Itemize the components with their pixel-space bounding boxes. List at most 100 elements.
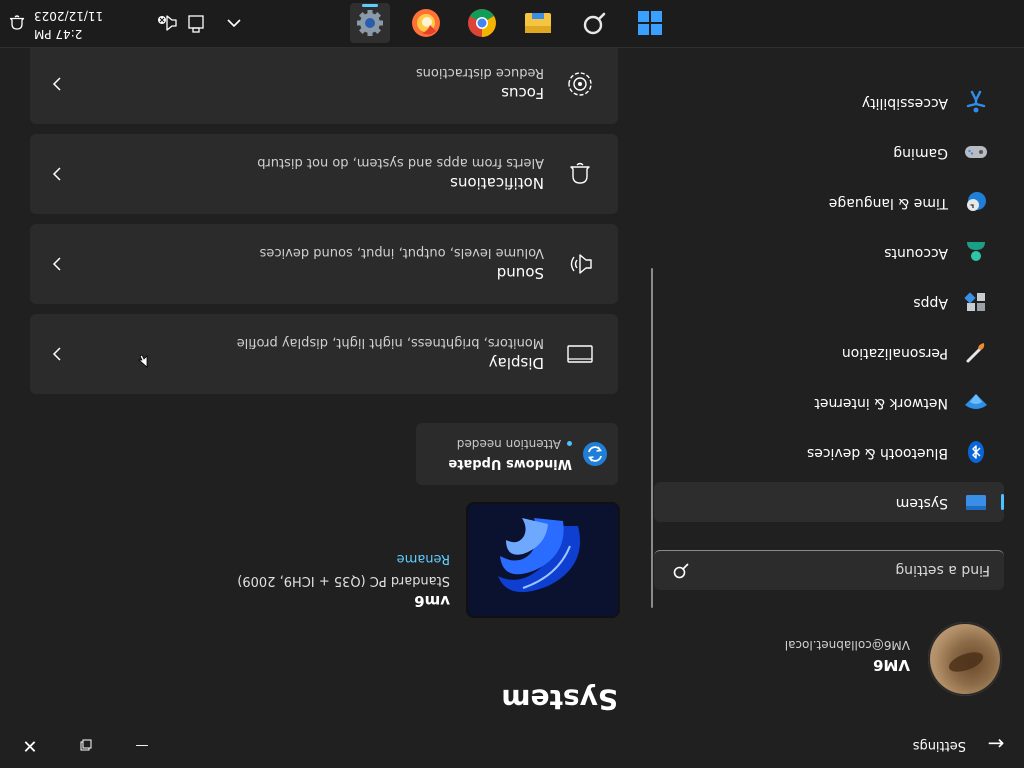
- taskbar-search-button[interactable]: [574, 3, 614, 43]
- taskbar-firefox[interactable]: [406, 3, 446, 43]
- sidebar-item-label: Accessibility: [861, 95, 948, 111]
- account-person-icon: [967, 242, 985, 261]
- row-subtitle: Monitors, brightness, night light, displ…: [236, 335, 544, 350]
- accessibility-icon: [966, 90, 986, 113]
- taskbar-file-explorer[interactable]: [518, 3, 558, 43]
- sidebar-item-label: Personalization: [841, 345, 948, 361]
- status-dot-icon: [567, 441, 572, 446]
- windows-update-card[interactable]: Windows Update Attention needed: [416, 423, 618, 485]
- bluetooth-icon: [968, 441, 984, 463]
- mouse-cursor-icon: [138, 354, 148, 368]
- sidebar-item-bluetooth[interactable]: Bluetooth & devices: [654, 432, 1004, 472]
- minimize-button[interactable]: —: [122, 730, 162, 760]
- maximize-button[interactable]: [66, 730, 106, 760]
- system-display-icon: [966, 495, 986, 510]
- back-arrow-icon: ←: [987, 732, 1005, 756]
- taskbar-settings[interactable]: [350, 3, 390, 43]
- close-icon: ✕: [22, 735, 38, 756]
- sidebar-item-label: Bluetooth & devices: [806, 445, 948, 461]
- display-monitor-icon: [567, 345, 593, 363]
- scrollbar-thumb[interactable]: [651, 268, 653, 608]
- profile-email: VM6@collabnet.local: [784, 638, 910, 652]
- taskbar: 2:47 PM 11/12/2023: [0, 0, 1024, 48]
- tray-clock-time[interactable]: 2:47 PM: [34, 27, 108, 41]
- settings-row-notifications[interactable]: Notifications Alerts from apps and syste…: [30, 134, 618, 214]
- folder-icon: [525, 13, 551, 33]
- sidebar-item-personalization[interactable]: Personalization: [654, 332, 1004, 372]
- search-icon: [583, 12, 606, 35]
- notification-bell-icon[interactable]: [8, 14, 26, 32]
- sidebar-item-label: Apps: [913, 295, 948, 311]
- screen: ← Settings — ✕ VM6 VM6@collabnet.local F…: [0, 0, 1024, 768]
- network-wifi-icon: [965, 394, 987, 409]
- sidebar-item-accessibility[interactable]: Accessibility: [654, 82, 1004, 122]
- sidebar-item-apps[interactable]: Apps: [654, 282, 1004, 322]
- taskbar-start-button[interactable]: [630, 3, 670, 43]
- chevron-up-icon[interactable]: [222, 11, 246, 35]
- sidebar-item-label: Time & language: [828, 195, 948, 211]
- scrollbar[interactable]: [650, 228, 654, 608]
- rename-link[interactable]: Rename: [397, 551, 450, 566]
- volume-muted-icon[interactable]: [156, 11, 178, 35]
- sidebar-item-label: Accounts: [884, 245, 948, 261]
- gamepad-icon: [965, 146, 987, 158]
- row-title: Notifications: [450, 174, 544, 192]
- windows-start-icon: [638, 11, 662, 35]
- avatar[interactable]: [928, 622, 1002, 696]
- network-icon[interactable]: [184, 11, 206, 35]
- nav-list: System Bluetooth & devices Network & int…: [654, 72, 1004, 522]
- apps-grid-icon: [964, 292, 985, 311]
- settings-list: Display Monitors, brightness, night ligh…: [30, 34, 618, 394]
- settings-row-display[interactable]: Display Monitors, brightness, night ligh…: [30, 314, 618, 394]
- chevron-right-icon: [52, 347, 61, 361]
- main-content: System vm6 Standard PC (Q35 + ICH9, 2009…: [0, 44, 654, 720]
- sidebar-item-label: Gaming: [893, 145, 948, 161]
- search-icon[interactable]: [672, 562, 690, 580]
- globe-clock-icon: [967, 192, 986, 211]
- chevron-right-icon: [52, 167, 61, 181]
- device-name: vm6: [414, 592, 450, 610]
- row-title: Sound: [496, 264, 544, 282]
- chevron-right-icon: [52, 257, 61, 271]
- sidebar-item-gaming[interactable]: Gaming: [654, 132, 1004, 172]
- row-subtitle: Reduce distractions: [415, 65, 544, 80]
- speaker-icon: [570, 254, 592, 274]
- close-button[interactable]: ✕: [10, 730, 50, 760]
- minimize-icon: —: [135, 738, 149, 753]
- sidebar-item-accounts[interactable]: Accounts: [654, 232, 1004, 272]
- chrome-icon: [468, 9, 496, 37]
- focus-icon: [568, 72, 592, 96]
- firefox-icon: [412, 9, 440, 37]
- sidebar-item-label: System: [895, 495, 948, 511]
- settings-row-sound[interactable]: Sound Volume levels, output, input, soun…: [30, 224, 618, 304]
- sidebar: VM6 VM6@collabnet.local System: [654, 48, 1024, 720]
- row-title: Focus: [501, 84, 544, 102]
- settings-row-focus[interactable]: Focus Reduce distractions: [30, 44, 618, 124]
- sidebar-item-time-language[interactable]: Time & language: [654, 182, 1004, 222]
- row-subtitle: Alerts from apps and system, do not dist…: [257, 155, 544, 170]
- device-wallpaper-thumbnail: [468, 504, 618, 616]
- device-model: Standard PC (Q35 + ICH9, 2009): [237, 573, 450, 588]
- page-title: System: [501, 683, 618, 716]
- sidebar-item-network[interactable]: Network & internet: [654, 382, 1004, 422]
- gear-icon: [357, 10, 383, 36]
- wallpaper-bloom-image: [468, 504, 618, 616]
- bell-icon: [570, 162, 590, 184]
- chevron-right-icon: [52, 77, 61, 91]
- app-title: Settings: [912, 738, 966, 753]
- row-subtitle: Volume levels, output, input, sound devi…: [259, 245, 544, 260]
- paintbrush-icon: [966, 343, 985, 363]
- profile-name: VM6: [873, 656, 910, 674]
- search-box[interactable]: [654, 550, 1004, 590]
- sidebar-item-label: Network & internet: [814, 395, 948, 411]
- maximize-icon: [80, 740, 92, 751]
- taskbar-chrome[interactable]: [462, 3, 502, 43]
- sidebar-item-system[interactable]: System: [654, 482, 1004, 522]
- search-input[interactable]: [688, 550, 1004, 590]
- windows-update-status-text: Attention needed: [456, 437, 561, 451]
- windows-update-title: Windows Update: [448, 456, 572, 471]
- title-bar: ← Settings — ✕: [0, 720, 1024, 768]
- tray-clock-date[interactable]: 11/12/2023: [34, 9, 108, 23]
- back-button[interactable]: ←: [982, 732, 1010, 756]
- row-title: Display: [488, 354, 544, 372]
